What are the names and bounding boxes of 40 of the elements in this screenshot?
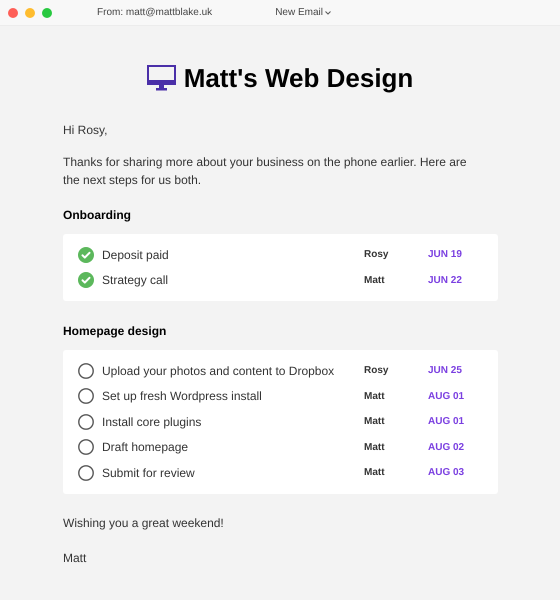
closing-text: Wishing you a great weekend! [63, 514, 225, 532]
task-owner: Rosy [364, 248, 390, 262]
task-date: JUN 25 [428, 364, 462, 378]
chevron-down-icon [324, 10, 331, 14]
check-circle-icon[interactable] [78, 246, 94, 263]
task-date: JUN 19 [428, 248, 462, 262]
task-owner: Matt [364, 274, 386, 288]
task-date: AUG 01 [428, 390, 464, 404]
close-icon[interactable] [8, 8, 18, 18]
empty-circle-icon[interactable] [78, 464, 94, 481]
empty-circle-icon[interactable] [78, 362, 94, 379]
task-date: AUG 02 [428, 440, 464, 455]
brand-heading: Matt's Web Design [184, 65, 414, 91]
task-label: Strategy call [102, 272, 170, 290]
greeting: Hi Rosy, [63, 122, 108, 139]
task-owner: Matt [364, 466, 386, 480]
task-date: AUG 03 [428, 466, 464, 480]
task-owner: Matt [364, 415, 386, 430]
section-heading: Homepage design [63, 323, 168, 340]
check-circle-icon[interactable] [78, 272, 94, 288]
task-label: Upload your photos and content to Dropbox [102, 362, 336, 380]
intro-text: Thanks for sharing more about your business on the phone earlier. Here are the next steps for us both. [63, 154, 468, 189]
task-owner: Matt [364, 440, 386, 455]
task-label: Deposit paid [102, 246, 170, 264]
task-date: JUN 22 [428, 274, 462, 288]
task-owner: Matt [364, 390, 386, 404]
window-title[interactable]: New Email [275, 5, 331, 20]
empty-circle-icon[interactable] [78, 414, 94, 430]
task-label: Set up fresh Wordpress install [102, 388, 263, 406]
task-owner: Rosy [364, 364, 390, 378]
task-date: AUG 01 [428, 415, 464, 430]
sender-address: From: matt@mattblake.uk [97, 6, 212, 20]
empty-circle-icon[interactable] [78, 388, 94, 404]
monitor-icon [146, 65, 176, 91]
signature: Matt [63, 550, 88, 566]
task-label: Submit for review [102, 464, 196, 482]
section-heading: Onboarding [63, 207, 132, 224]
task-label: Draft homepage [102, 439, 190, 456]
empty-circle-icon[interactable] [78, 439, 94, 456]
task-label: Install core plugins [102, 414, 202, 431]
